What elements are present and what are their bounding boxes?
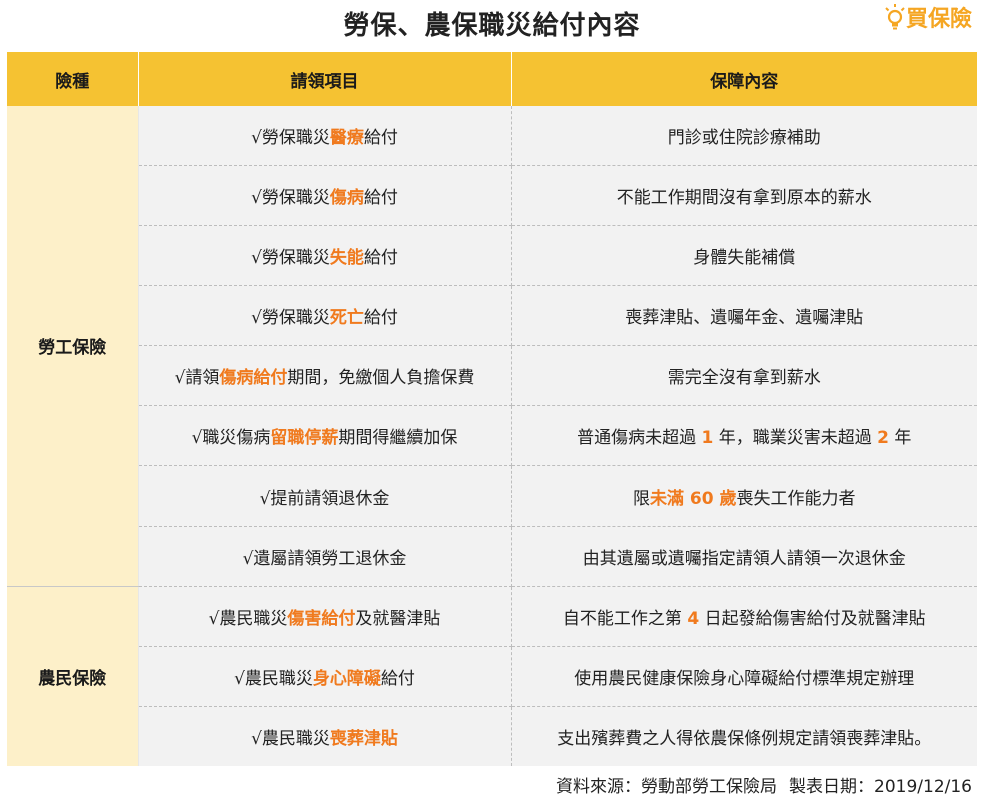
cell-text: 年 <box>889 428 912 449</box>
logo: 買保險 <box>884 2 972 32</box>
table-row: √職災傷病留職停薪期間得繼續加保 普通傷病未超過 1 年，職業災害未超過 2 年 <box>7 405 977 467</box>
highlight-text: 留職停薪 <box>270 428 339 449</box>
table-row: 農民保險 √農民職災傷害給付及就醫津貼 自不能工作之第 4 日起發給傷害給付及就醫津… <box>7 586 977 766</box>
cell-text: √提前請領退休金 <box>259 488 390 509</box>
cell-text: √職災傷病 <box>191 428 271 449</box>
category-cell: 勞工保險 <box>7 106 138 587</box>
table-row: √勞保職災傷病給付 不能工作期間沒有拿到原本的薪水 <box>7 165 977 227</box>
highlight-text: 2 <box>877 428 889 449</box>
table-row: √農民職災身心障礙給付 使用農民健康保險身心障礙給付標準規定辦理 <box>7 646 977 707</box>
cell-text: 支出殯葬費之人得依農保條例規定請領喪葬津貼。 <box>557 728 932 749</box>
table-row: √勞保職災失能給付 身體失能補償 <box>7 225 977 287</box>
cell-text: √勞保職災 <box>251 128 330 149</box>
coverage-cell: 身體失能補償 <box>511 225 977 287</box>
cell-text: 期間，免繳個人負擔保費 <box>287 368 475 389</box>
lightbulb-icon <box>884 3 906 31</box>
coverage-cell: 支出殯葬費之人得依農保條例規定請領喪葬津貼。 <box>511 706 977 766</box>
page-title: 勞保、農保職災給付內容 <box>343 11 641 41</box>
highlight-text: 喪葬津貼 <box>329 728 398 749</box>
source-note: 資料來源：勞動部勞工保險局 製表日期：2019/12/16 <box>556 772 972 802</box>
source-label: 資料來源：勞動部勞工保險局 <box>556 777 778 797</box>
cell-text: 期間得繼續加保 <box>338 428 458 449</box>
cell-text: 由其遺屬或遺囑指定請領人請領一次退休金 <box>582 548 906 569</box>
coverage-cell: 門診或住院診療補助 <box>511 106 977 167</box>
category-cell: 農民保險 <box>7 586 138 766</box>
cell-text: √勞保職災 <box>251 188 330 209</box>
claim-item-cell: √提前請領退休金 <box>137 465 512 527</box>
claim-item-cell: √勞保職災死亡給付 <box>137 285 512 347</box>
table-row: 勞工保險 √勞保職災醫療給付 門診或住院診療補助 <box>7 106 977 587</box>
claim-item-cell: √勞保職災失能給付 <box>137 225 512 287</box>
cell-text: 自不能工作之第 <box>562 608 688 629</box>
cell-text: √農民職災 <box>251 728 330 749</box>
cell-text: 不能工作期間沒有拿到原本的薪水 <box>616 188 872 209</box>
highlight-text: 4 <box>687 608 700 629</box>
highlight-text: 死亡 <box>329 308 364 329</box>
table-row: √請領傷病給付期間，免繳個人負擔保費 需完全沒有拿到薪水 <box>7 345 977 407</box>
cell-text: 給付 <box>363 248 398 269</box>
cell-text: √遺屬請領勞工退休金 <box>242 548 407 569</box>
header-coverage: 保障內容 <box>511 52 977 106</box>
claim-item-cell: √勞保職災傷病給付 <box>137 165 512 227</box>
highlight-text: 身心障礙 <box>312 668 381 689</box>
table-row: √遺屬請領勞工退休金 由其遺屬或遺囑指定請領人請領一次退休金 <box>7 526 977 587</box>
cell-text: √農民職災 <box>234 668 313 689</box>
benefits-table: 險種 請領項目 保障內容 勞工保險 √勞保職災醫療給付 門診或住院診療補助 √勞保職災… <box>7 52 977 766</box>
claim-item-cell: √農民職災喪葬津貼 <box>137 706 512 766</box>
highlight-text: 失能 <box>329 248 364 269</box>
highlight-text: 傷病 <box>329 188 364 209</box>
cell-text: √請領 <box>174 368 220 389</box>
cell-text: 給付 <box>380 668 415 689</box>
cell-text: √勞保職災 <box>251 248 330 269</box>
cell-text: √農民職災 <box>208 608 288 629</box>
cell-text: 給付 <box>363 188 398 209</box>
cell-text: 普通傷病未超過 <box>577 428 702 449</box>
claim-item-cell: √勞保職災醫療給付 <box>137 106 512 167</box>
claim-item-cell: √請領傷病給付期間，免繳個人負擔保費 <box>137 345 512 407</box>
cell-text: 年，職業災害未超過 <box>713 428 878 449</box>
coverage-cell: 喪葬津貼、遺囑年金、遺囑津貼 <box>511 285 977 347</box>
cell-text: 給付 <box>363 308 398 329</box>
cell-text: 喪失工作能力者 <box>736 488 856 509</box>
table-row: √提前請領退休金 限未滿 60 歲喪失工作能力者 <box>7 465 977 527</box>
cell-text: √勞保職災 <box>251 308 330 329</box>
cell-text: 限 <box>633 488 650 509</box>
table-header-row: 險種 請領項目 保障內容 <box>7 52 977 106</box>
highlight-text: 1 <box>701 428 714 449</box>
highlight-text: 醫療 <box>329 128 364 149</box>
claim-item-cell: √職災傷病留職停薪期間得繼續加保 <box>137 405 512 467</box>
cell-text: 給付 <box>363 128 398 149</box>
table-date: 製表日期：2019/12/16 <box>789 777 972 797</box>
highlight-text: 傷病給付 <box>219 368 288 389</box>
header-insurance-type: 險種 <box>7 52 139 106</box>
table-row: √農民職災喪葬津貼 支出殯葬費之人得依農保條例規定請領喪葬津貼。 <box>7 706 977 766</box>
logo-text: 買保險 <box>905 7 972 32</box>
coverage-cell: 不能工作期間沒有拿到原本的薪水 <box>511 165 977 227</box>
coverage-cell: 由其遺屬或遺囑指定請領人請領一次退休金 <box>511 526 977 587</box>
cell-text: 使用農民健康保險身心障礙給付標準規定辦理 <box>574 668 915 689</box>
coverage-cell: 自不能工作之第 4 日起發給傷害給付及就醫津貼 <box>511 586 977 647</box>
header-claim-item: 請領項目 <box>138 52 512 106</box>
coverage-cell: 需完全沒有拿到薪水 <box>511 345 977 407</box>
cell-text: 需完全沒有拿到薪水 <box>667 368 821 389</box>
coverage-cell: 限未滿 60 歲喪失工作能力者 <box>511 465 977 527</box>
coverage-cell: 使用農民健康保險身心障礙給付標準規定辦理 <box>511 646 977 707</box>
highlight-text: 未滿 60 歲 <box>650 488 737 509</box>
cell-text: 喪葬津貼、遺囑年金、遺囑津貼 <box>625 308 864 329</box>
claim-item-cell: √遺屬請領勞工退休金 <box>137 526 512 587</box>
claim-item-cell: √農民職災身心障礙給付 <box>137 646 512 707</box>
highlight-text: 傷害給付 <box>287 608 356 629</box>
cell-text: 及就醫津貼 <box>355 608 441 629</box>
cell-text: 日起發給傷害給付及就醫津貼 <box>699 608 926 629</box>
cell-text: 門診或住院診療補助 <box>667 128 821 149</box>
claim-item-cell: √農民職災傷害給付及就醫津貼 <box>137 586 512 647</box>
coverage-cell: 普通傷病未超過 1 年，職業災害未超過 2 年 <box>511 405 977 467</box>
cell-text: 身體失能補償 <box>693 248 796 269</box>
table-row: √勞保職災死亡給付 喪葬津貼、遺囑年金、遺囑津貼 <box>7 285 977 347</box>
